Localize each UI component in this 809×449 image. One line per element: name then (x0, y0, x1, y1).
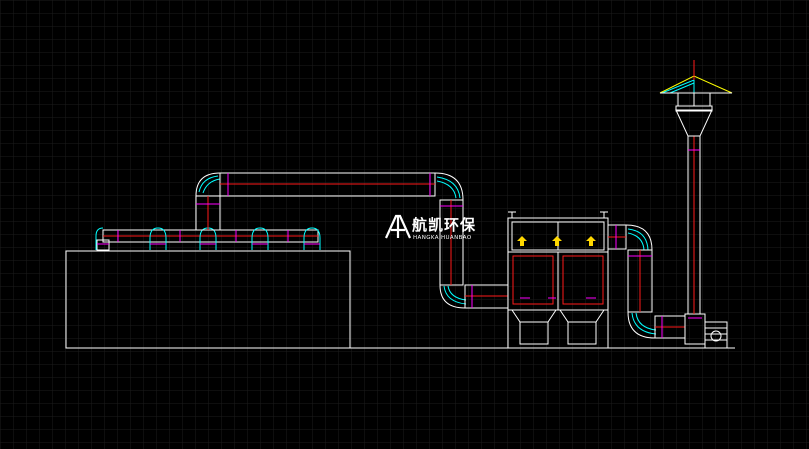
cad-drawing: 航凯环保 HANGKAIHUANBAO (0, 0, 809, 449)
logo-name-cn: 航凯环保 (412, 216, 476, 234)
logo-name-en: HANGKAIHUANBAO (413, 235, 472, 241)
